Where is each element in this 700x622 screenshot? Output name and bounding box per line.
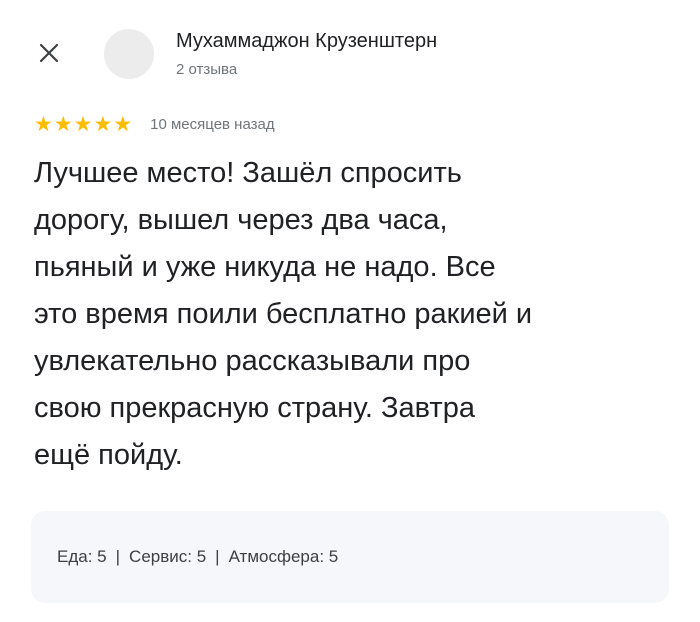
- star-rating: ★ ★ ★ ★ ★: [34, 114, 132, 135]
- attribute-separator: |: [115, 547, 121, 566]
- star-icon: ★: [73, 113, 93, 136]
- star-icon: ★: [93, 113, 113, 136]
- review-text: Лучшее место! Зашёл спросить дорогу, выш…: [34, 157, 533, 471]
- attribute-separator: |: [215, 547, 220, 566]
- close-icon: [38, 42, 60, 69]
- star-icon: ★: [53, 113, 73, 136]
- star-icon: ★: [113, 113, 133, 136]
- rating-row: ★ ★ ★ ★ ★ 10 месяцев назад: [34, 114, 275, 135]
- attribute-atmosphere: Атмосфера: 5: [228, 547, 339, 566]
- author-name[interactable]: Мухаммаджон Крузенштерн: [176, 30, 437, 53]
- review-attributes: Еда: 5 | Сервис: 5 | Атмосфера: 5: [31, 511, 669, 603]
- author-reviews-count: 2 отзыва: [176, 61, 238, 78]
- attribute-service: Сервис: 5: [129, 547, 207, 566]
- star-icon: ★: [34, 113, 53, 136]
- close-button[interactable]: [34, 40, 64, 70]
- review-date: 10 месяцев назад: [150, 116, 275, 133]
- attribute-food: Еда: 5: [57, 547, 107, 566]
- avatar[interactable]: [104, 29, 154, 79]
